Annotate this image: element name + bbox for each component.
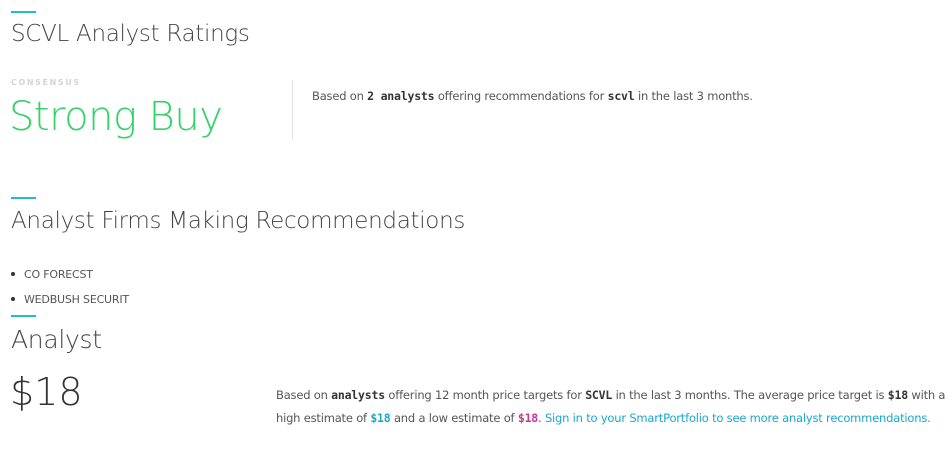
consensus-label: CONSENSUS	[11, 78, 81, 87]
price-target-title: Analyst	[11, 325, 102, 354]
consensus-desc-middle: offering recommendations for	[434, 89, 608, 103]
analyst-count: 2 analysts	[367, 89, 435, 103]
firm-name: WEDBUSH SECURIT	[24, 293, 129, 306]
consensus-desc-prefix: Based on	[312, 89, 368, 103]
price-desc-prefix: Based on	[276, 388, 332, 402]
firms-title: Analyst Firms Making Recommendations	[11, 208, 466, 234]
ticker-symbol: SCVL	[585, 388, 613, 402]
consensus-desc-suffix: in the last 3 months.	[634, 89, 753, 103]
ticker-symbol: scvl	[607, 89, 635, 103]
ratings-title: SCVL Analyst Ratings	[11, 21, 250, 47]
price-target-value: $18	[10, 370, 83, 414]
low-estimate: $18	[517, 411, 539, 425]
section-accent-line	[11, 197, 36, 199]
bullet-icon	[11, 272, 15, 276]
high-estimate: $18	[370, 411, 391, 425]
average-price-target: $18	[887, 388, 908, 402]
consensus-rating: Strong Buy	[9, 94, 223, 140]
firm-name: CO FORECST	[24, 268, 93, 281]
price-desc-middle: in the last 3 months. The average price …	[612, 388, 888, 402]
consensus-divider	[292, 80, 293, 140]
price-target-description: Based on analysts offering 12 month pric…	[276, 384, 948, 430]
list-item: CO FORECST	[11, 268, 129, 293]
consensus-description: Based on 2 analysts offering recommendat…	[312, 87, 753, 105]
analysts-label: analysts	[331, 388, 385, 402]
section-accent-line	[11, 315, 36, 317]
signin-smartportfolio-link[interactable]: Sign in to your SmartPortfolio to see mo…	[545, 411, 931, 425]
price-desc-middle: offering 12 month price targets for	[384, 388, 586, 402]
bullet-icon	[11, 297, 15, 301]
section-accent-line	[11, 11, 36, 13]
price-desc-middle: .	[538, 411, 545, 425]
firm-list: CO FORECST WEDBUSH SECURIT	[11, 268, 129, 318]
price-desc-middle: and a low estimate of	[390, 411, 518, 425]
